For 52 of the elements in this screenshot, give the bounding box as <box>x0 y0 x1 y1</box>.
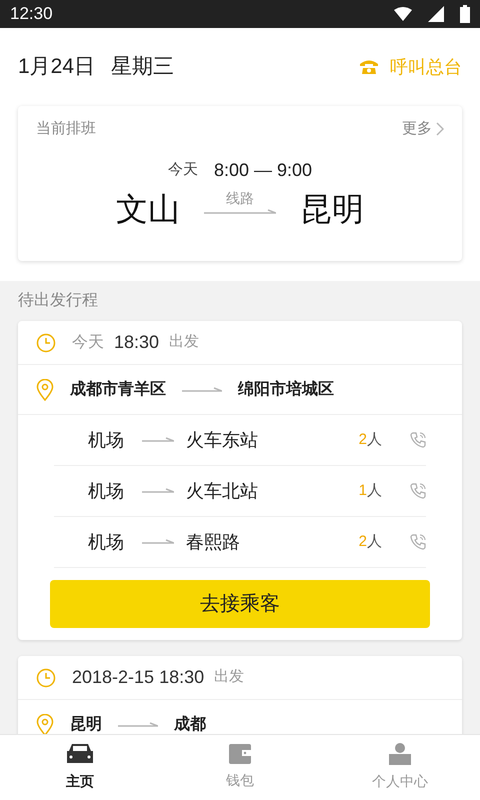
pick-up-button[interactable]: 去接乘客 <box>50 580 430 628</box>
tab-bar-item[interactable]: 钱包 <box>160 735 320 800</box>
location-pin-icon <box>36 378 54 400</box>
phone-icon[interactable] <box>410 483 426 499</box>
shift-time: 8:00 — 9:00 <box>214 158 312 182</box>
depart-label: 出发 <box>169 332 200 352</box>
weekday-text: 星期三 <box>111 54 176 80</box>
date-text: 1月24日 <box>18 54 96 80</box>
trip-origin: 昆明 <box>70 714 102 734</box>
wallet-icon <box>229 744 251 764</box>
telephone-icon <box>360 60 378 74</box>
passenger-count: 1 <box>358 480 367 501</box>
signal-icon <box>428 6 444 22</box>
section-title: 待出发行程 <box>18 290 98 311</box>
phone-icon[interactable] <box>410 534 426 550</box>
more-link[interactable]: 更多 <box>402 118 444 140</box>
depart-label: 出发 <box>214 667 244 688</box>
stop-destination: 火车北站 <box>186 480 259 502</box>
shift-destination: 昆明 <box>300 192 364 224</box>
tab-bar-item[interactable]: 个人中心 <box>320 735 480 800</box>
person-icon <box>389 743 411 765</box>
route-label: 线路 <box>226 188 254 208</box>
stop-origin: 机场 <box>88 428 125 452</box>
passenger-count: 2 <box>358 532 367 552</box>
car-icon <box>66 743 94 765</box>
clock-icon <box>36 332 56 352</box>
stop-origin: 机场 <box>88 530 125 554</box>
passenger-count: 2 <box>358 430 367 450</box>
trip-time: 18:30 <box>114 331 160 354</box>
stop-origin: 机场 <box>88 480 125 502</box>
location-pin-icon <box>36 714 54 734</box>
shift-day: 今天 <box>168 158 198 182</box>
passenger-unit: 人 <box>367 430 382 450</box>
stop-destination: 春熙路 <box>186 530 241 554</box>
trip-day: 今天 <box>72 330 104 354</box>
shift-origin: 文山 <box>116 192 180 224</box>
battery-icon <box>460 5 470 23</box>
trip-origin: 成都市青羊区 <box>70 379 166 400</box>
trip-destination: 绵阳市培城区 <box>238 379 334 400</box>
phone-icon[interactable] <box>410 432 426 448</box>
passenger-unit: 人 <box>367 480 382 501</box>
stop-destination: 火车东站 <box>186 428 259 452</box>
tab-bar-item[interactable]: 主页 <box>0 735 160 800</box>
wifi-icon <box>394 7 412 21</box>
passenger-unit: 人 <box>367 532 382 552</box>
status-time: 12:30 <box>10 3 54 26</box>
clock-icon <box>36 668 56 688</box>
card-title: 当前排班 <box>36 119 97 139</box>
trip-destination: 成都 <box>174 714 206 734</box>
chevron-right-icon <box>436 122 444 136</box>
call-dispatch-button[interactable]: 呼叫总台 <box>360 54 462 80</box>
trip-time: 2018-2-15 18:30 <box>72 666 204 689</box>
